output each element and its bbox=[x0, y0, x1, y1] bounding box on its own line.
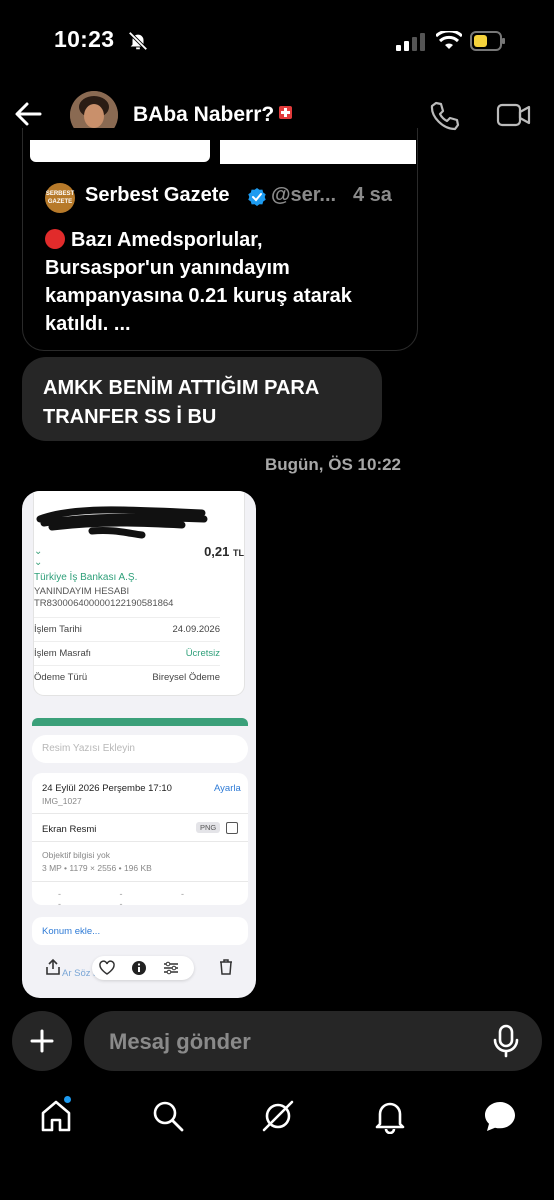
recipient-account: YANINDAYIM HESABI TR830006400000122190581… bbox=[34, 586, 173, 610]
receipt-row-label: İşlem Tarihi bbox=[34, 624, 82, 635]
post-age: 4 sa bbox=[353, 184, 392, 206]
caption-placeholder: Resim Yazısı Ekleyin bbox=[42, 743, 135, 754]
back-arrow-icon[interactable] bbox=[14, 100, 44, 128]
red-circle-icon bbox=[45, 229, 65, 249]
adjust-sliders-icon bbox=[164, 961, 178, 975]
status-time: 10:23 bbox=[54, 26, 115, 52]
recipient-bank: Türkiye İş Bankası A.Ş. bbox=[34, 572, 138, 583]
receipt-row-value: Ücretsiz bbox=[185, 648, 220, 659]
share-icon bbox=[46, 958, 60, 975]
currency: TL bbox=[233, 548, 244, 558]
trash-icon bbox=[220, 959, 232, 975]
format-tag: PNG bbox=[196, 822, 221, 833]
verified-badge-icon bbox=[248, 188, 266, 206]
wifi-icon bbox=[436, 31, 462, 49]
messages-icon[interactable] bbox=[482, 1098, 518, 1134]
video-call-icon[interactable] bbox=[496, 100, 532, 130]
receipt-row: İşlem Masrafı Ücretsiz bbox=[34, 641, 220, 659]
post-author: Serbest Gazete bbox=[85, 184, 230, 206]
receipt-row-label: İşlem Masrafı bbox=[34, 648, 92, 659]
divider bbox=[32, 841, 248, 842]
redaction-scribble bbox=[36, 506, 208, 539]
microphone-icon[interactable] bbox=[490, 1024, 522, 1058]
phone-call-icon[interactable] bbox=[428, 100, 460, 132]
post-handle: @ser... bbox=[271, 184, 337, 206]
bell-muted-icon bbox=[128, 31, 148, 51]
location-link: Konum ekle... bbox=[42, 926, 101, 937]
image-meta: 3 MP • 1179 × 2556 • 196 KB bbox=[42, 863, 152, 873]
battery-icon bbox=[470, 31, 505, 51]
notifications-bell-icon[interactable] bbox=[372, 1098, 408, 1134]
iban: TR830006400000122190581864 bbox=[34, 598, 174, 609]
info-icon bbox=[132, 961, 146, 975]
message-timestamp: Bugün, ÖS 10:22 bbox=[264, 455, 402, 474]
file-name: IMG_1027 bbox=[42, 796, 82, 806]
green-bar bbox=[32, 718, 248, 726]
signal-icon bbox=[396, 33, 425, 51]
divider bbox=[32, 813, 248, 814]
plus-icon bbox=[30, 1029, 54, 1053]
lens-info: Objektif bilgisi yok bbox=[42, 850, 111, 860]
divider bbox=[32, 881, 248, 882]
shared-post-image bbox=[30, 140, 210, 162]
transfer-amount: 0,21 TL bbox=[204, 544, 244, 559]
receipt-row: İşlem Tarihi 24.09.2026 bbox=[34, 617, 220, 635]
post-text-body: Bazı Amedsporlular, Bursaspor'un yanında… bbox=[45, 229, 352, 335]
chat-title-text: BAba Naberr? bbox=[133, 103, 275, 126]
chevron-down-icon: ⌄ ⌄ bbox=[34, 546, 43, 568]
receipt-row-label: Ödeme Türü bbox=[34, 672, 88, 683]
serbest-gazete-logo: SERBEST GAZETE bbox=[45, 183, 75, 213]
exif-placeholders: - - - - - bbox=[58, 889, 212, 909]
swiss-flag-icon bbox=[279, 106, 293, 119]
receipt-row-value: Bireysel Ödeme bbox=[152, 672, 220, 683]
home-icon[interactable] bbox=[38, 1098, 74, 1134]
photo-date: 24 Eylül 2026 Perşembe 17:10 bbox=[42, 783, 172, 794]
grok-icon[interactable] bbox=[260, 1098, 296, 1134]
adjust-link: Ayarla bbox=[214, 783, 241, 794]
notification-dot bbox=[64, 1096, 71, 1103]
post-text: Bazı Amedsporlular, Bursaspor'un yanında… bbox=[45, 226, 385, 338]
image-attachment[interactable]: ⌄ ⌄ 0,21 TL Türkiye İş Bankası A.Ş. YANIN… bbox=[22, 491, 256, 998]
add-attachment-button[interactable] bbox=[12, 1011, 72, 1071]
receipt-row-value: 24.09.2026 bbox=[172, 624, 220, 635]
scan-icon bbox=[226, 822, 238, 834]
shared-post-image bbox=[220, 140, 416, 164]
image-type: Ekran Resmi bbox=[42, 824, 97, 835]
chat-title[interactable]: BAba Naberr? bbox=[133, 103, 293, 127]
account-name: YANINDAYIM HESABI bbox=[34, 586, 130, 597]
receipt-row: Ödeme Türü Bireysel Ödeme bbox=[34, 665, 220, 683]
message-text: AMKK BENİM ATTIĞIM PARA TRANFER SS İ BU bbox=[43, 377, 319, 428]
transfer-amount-value: 0,21 bbox=[204, 544, 230, 559]
search-icon[interactable] bbox=[150, 1098, 186, 1134]
heart-icon bbox=[99, 960, 115, 975]
message-input-placeholder: Mesaj gönder bbox=[109, 1029, 251, 1054]
